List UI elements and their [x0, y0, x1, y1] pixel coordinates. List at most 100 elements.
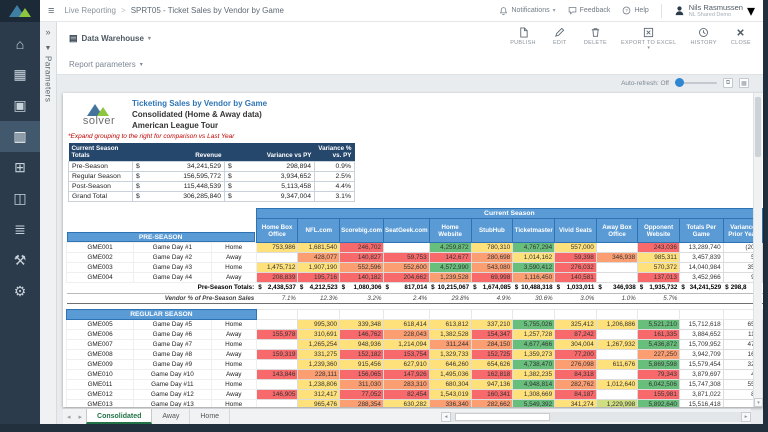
- sheet-tab-consolidated[interactable]: Consolidated: [86, 409, 152, 424]
- main-area: ▤ Data Warehouse ▾ PUBLISH EDIT DELETE EXPO…: [57, 22, 763, 424]
- preseason-total-value: $1,674,085: [471, 283, 513, 294]
- grid-cell: 204,662: [384, 273, 430, 283]
- scroll-left-icon[interactable]: ◂: [441, 412, 451, 422]
- user-menu[interactable]: Nils Rasmussen NL Shared Demo ▾: [674, 1, 755, 21]
- grid-cell: 630,282: [384, 400, 430, 408]
- excel-icon: [643, 27, 654, 38]
- game-row: GME008Game Day #8Away159,319331,275152,1…: [67, 350, 763, 360]
- vendor-pct-value: 7.1%: [256, 294, 298, 304]
- help-button[interactable]: ? Help: [622, 6, 648, 15]
- sidebar-item-tools tools-icon[interactable]: ⚒: [0, 245, 40, 276]
- grid-cell: 965,476: [298, 400, 340, 408]
- grid-cell: [596, 370, 637, 380]
- feedback-button[interactable]: Feedback: [568, 6, 611, 15]
- grid-cell: 6,042,506: [638, 380, 680, 390]
- grid-cell: [256, 380, 298, 390]
- preseason-total-value: $10,488,318: [513, 283, 555, 294]
- auto-refresh-toggle[interactable]: [675, 79, 717, 87]
- grid-cell: 69,998: [471, 273, 513, 283]
- season-pct: 0.9%: [315, 162, 355, 172]
- sheet-tab-away[interactable]: Away: [152, 409, 190, 424]
- grid-body: GME001Game Day #1Home753,9861,681,540246…: [67, 243, 763, 408]
- hscroll-track[interactable]: [451, 412, 741, 422]
- report-parameters-dropdown[interactable]: Report parameters ▾: [57, 54, 763, 74]
- horizontal-scrollbar[interactable]: ◂ ▸: [441, 412, 751, 422]
- grid-cell: 283,310: [384, 380, 430, 390]
- sidebar-item-settings settings-icon[interactable]: ⚙: [0, 276, 40, 307]
- notifications-button[interactable]: Notifications ▾: [499, 6, 555, 16]
- scroll-right-icon[interactable]: ▸: [741, 412, 751, 422]
- tab-scroll-right-icon[interactable]: ▸: [75, 413, 87, 421]
- grid-cell: 1,382,528: [429, 330, 471, 340]
- grid-cell: 282,662: [471, 400, 513, 408]
- game-id: GME005: [67, 320, 134, 330]
- grid-cell: 155,981: [638, 390, 680, 400]
- hscroll-thumb[interactable]: [455, 413, 550, 421]
- grid-cell: 195,716: [298, 273, 340, 283]
- vendor-pct-value: 12.3%: [298, 294, 340, 304]
- sidebar-item-assets assets-icon[interactable]: ▣: [0, 90, 40, 121]
- section-row-regular-season: REGULAR SEASON: [67, 310, 763, 320]
- preseason-totals-row: Pre-Season Totals:$2,438,537$4,212,523$1…: [67, 283, 763, 294]
- season-totals-row: Grand Total$306,285,840$9,347,0043.1%: [69, 192, 355, 202]
- popout-icon[interactable]: ⧉: [723, 78, 733, 88]
- grid-cell: [256, 253, 298, 263]
- season-pct: 3.1%: [315, 192, 355, 202]
- grid-cell: 1,214,094: [384, 340, 430, 350]
- history-button[interactable]: HISTORY: [690, 27, 716, 50]
- topbar-divider: [661, 4, 662, 18]
- delete-button[interactable]: DELETE: [584, 27, 607, 50]
- notifications-label: Notifications: [511, 7, 549, 14]
- scroll-down-icon[interactable]: ▾: [754, 398, 763, 407]
- export-to-excel-button[interactable]: EXPORT TO EXCEL▾: [621, 27, 676, 50]
- menu-icon[interactable]: ≡: [48, 5, 54, 17]
- vendor-pct-label: Vendor % of Pre-Season Sales: [67, 294, 257, 304]
- close-button[interactable]: CLOSE: [731, 27, 751, 50]
- grid-cell: 152,725: [471, 350, 513, 360]
- game-row: GME006Game Day #6Away155,978310,691146,7…: [67, 330, 763, 340]
- sidebar-item-data data-icon[interactable]: ≣: [0, 214, 40, 245]
- expand-panel-icon[interactable]: »: [45, 27, 50, 37]
- sidebar-item-budgeting budgeting-icon[interactable]: ⊞: [0, 152, 40, 183]
- grid-cell: 336,340: [429, 400, 471, 408]
- layout-grid-icon[interactable]: ▦: [739, 78, 749, 88]
- grid-cell: 15,579,454: [679, 360, 723, 370]
- chevron-down-icon: ▾: [148, 35, 151, 42]
- tab-scroll-left-icon[interactable]: ◂: [63, 413, 75, 421]
- grid-cell: 1,543,019: [429, 390, 471, 400]
- grid-cell: 147,926: [384, 370, 430, 380]
- vscroll-thumb[interactable]: [755, 97, 761, 157]
- grid-cell: 276,098: [555, 360, 597, 370]
- breadcrumb-root[interactable]: Live Reporting: [64, 6, 116, 15]
- vendor-pct-row: Vendor % of Pre-Season Sales7.1%12.3%3.2…: [67, 294, 763, 304]
- game-day: Game Day #9: [134, 360, 212, 370]
- grid-cell: 552,600: [384, 263, 430, 273]
- season-value: $156,595,772: [133, 172, 225, 182]
- vertical-scrollbar[interactable]: ▾: [753, 93, 762, 407]
- game-row: GME007Game Day #7Home1,265,254948,9361,2…: [67, 340, 763, 350]
- parameters-panel-label: Parameters: [44, 56, 53, 102]
- grid-cell: [596, 263, 637, 273]
- vendor-column-header: StubHub: [471, 219, 513, 243]
- sheet-tab-home[interactable]: Home: [190, 409, 230, 424]
- grid-cell: 331,275: [298, 350, 340, 360]
- edit-button[interactable]: EDIT: [550, 27, 570, 50]
- report-subtitle-1: Consolidated (Home & Away data): [132, 109, 267, 120]
- sidebar-item-home home-icon[interactable]: ⌂: [0, 28, 40, 59]
- sidebar-item-collaboration collaboration-icon[interactable]: ◫: [0, 183, 40, 214]
- season-label: Pre-Season: [69, 162, 133, 172]
- data-source-dropdown[interactable]: ▤ Data Warehouse ▾: [69, 33, 151, 44]
- season-totals-col-header: Variance % vs. PY: [315, 143, 355, 162]
- sidebar-item-dashboards dashboards-icon[interactable]: ▦: [0, 59, 40, 90]
- grid-cell: 3,879,697: [679, 370, 723, 380]
- grid-cell: 208,839: [256, 273, 298, 283]
- toolbar-actions: PUBLISH EDIT DELETE EXPORT TO EXCEL▾ HISTORY…: [510, 27, 751, 50]
- parameters-panel-collapsed[interactable]: » ▼ Parameters: [40, 22, 57, 424]
- grid-cell: [256, 400, 298, 408]
- grid-cell: 5,436,872: [638, 340, 680, 350]
- publish-button[interactable]: PUBLISH: [510, 27, 536, 50]
- game-day: Game Day #1: [134, 243, 212, 253]
- grid-cell: 654,626: [471, 360, 513, 370]
- sidebar-item-reports reports-icon[interactable]: ▥: [0, 121, 40, 152]
- vendor-column-header: Home Box Office: [256, 219, 298, 243]
